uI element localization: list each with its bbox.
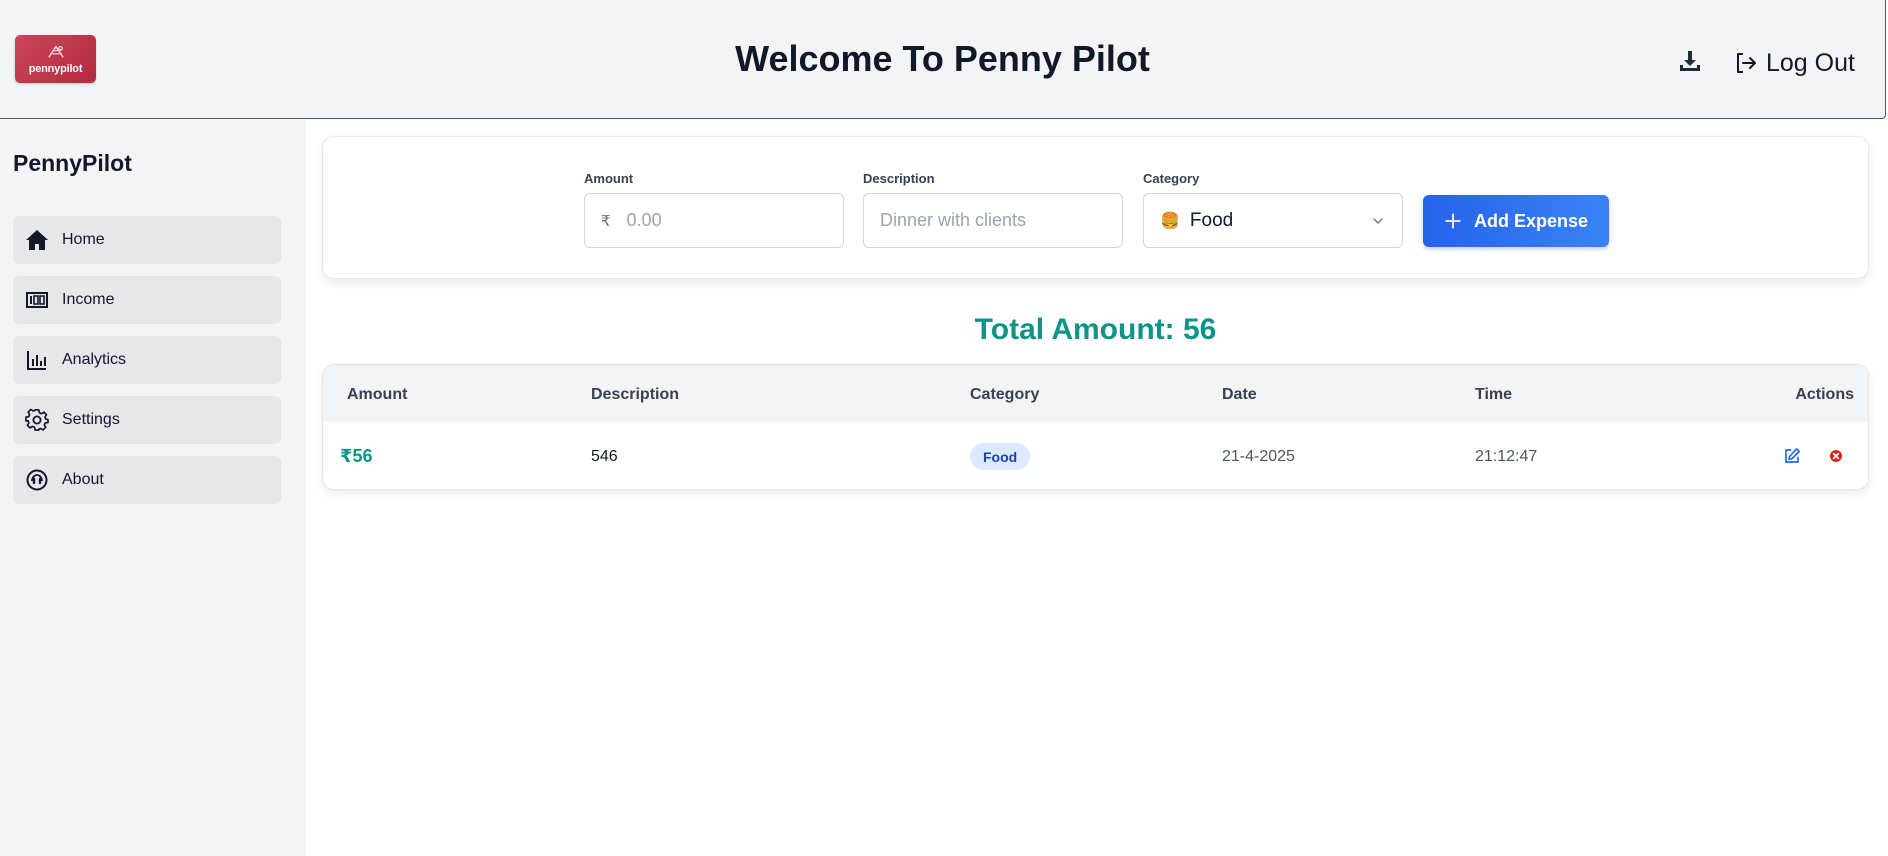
add-expense-label: Add Expense — [1473, 210, 1589, 231]
amount-input-wrapper[interactable]: ₹ — [584, 193, 844, 248]
sidebar-item-label: Analytics — [62, 351, 127, 368]
download-icon — [1680, 51, 1700, 71]
row-time: 21:12:47 — [1475, 448, 1538, 465]
expenses-table: Amount Description Category Date Time Ac… — [322, 364, 1869, 490]
description-label: Description — [863, 171, 935, 186]
income-icon — [26, 292, 48, 308]
edit-button[interactable] — [1783, 447, 1801, 465]
close-circle-icon — [1830, 450, 1842, 462]
description-field: Description — [863, 171, 1123, 248]
header-date: Date — [1222, 386, 1257, 403]
logout-label: Log Out — [1766, 48, 1855, 77]
sidebar-item-label: Home — [62, 231, 105, 248]
amount-input[interactable] — [626, 210, 827, 231]
header-category: Category — [970, 386, 1040, 403]
sidebar-item-label: About — [62, 471, 104, 488]
sidebar-item-label: Income — [62, 291, 115, 308]
header-time: Time — [1475, 386, 1513, 403]
category-select[interactable]: 🍔 Food — [1143, 193, 1403, 248]
edit-icon — [1785, 448, 1800, 463]
sidebar-item-income[interactable]: Income — [13, 276, 281, 324]
description-input[interactable] — [880, 210, 1106, 231]
page-title: Welcome To Penny Pilot — [735, 38, 1150, 79]
plus-icon — [1445, 213, 1461, 229]
logout-button[interactable]: Log Out — [1734, 48, 1855, 78]
add-expense-button[interactable]: Add Expense — [1423, 195, 1609, 247]
row-amount: ₹56 — [340, 446, 373, 466]
table-row: ₹56 546 Food 21-4-2025 21:12:47 — [323, 422, 1868, 489]
row-date: 21-4-2025 — [1222, 448, 1295, 465]
category-selected: 🍔 Food — [1160, 210, 1233, 232]
header-amount: Amount — [347, 386, 408, 403]
sidebar-brand: PennyPilot — [13, 150, 132, 176]
sidebar-item-settings[interactable]: Settings — [13, 396, 281, 444]
sidebar-item-about[interactable]: About — [13, 456, 281, 504]
expense-form-card: Amount ₹ Description Category 🍔 Food Add… — [322, 136, 1869, 279]
top-header: pennypilot Welcome To Penny Pilot Log Ou… — [0, 0, 1886, 119]
category-field: Category 🍔 Food — [1143, 171, 1403, 248]
row-description: 546 — [591, 448, 618, 465]
home-icon — [26, 230, 48, 250]
chevron-down-icon — [1373, 217, 1383, 224]
sidebar-nav: Home Income Analytics Settings About — [13, 216, 281, 516]
currency-symbol: ₹ — [601, 212, 611, 230]
sidebar-item-label: Settings — [62, 411, 120, 428]
amount-field: Amount ₹ — [584, 171, 844, 248]
header-description: Description — [591, 386, 680, 403]
amount-label: Amount — [584, 171, 634, 186]
logout-icon — [1737, 53, 1756, 73]
category-label: Category — [1143, 171, 1200, 186]
table-header: Amount Description Category Date Time Ac… — [323, 365, 1868, 422]
sidebar-item-home[interactable]: Home — [13, 216, 281, 264]
gear-icon — [25, 408, 49, 431]
delete-button[interactable] — [1827, 447, 1845, 465]
sidebar: PennyPilot Home Income Analytics Setting… — [0, 120, 305, 856]
sidebar-item-analytics[interactable]: Analytics — [13, 336, 281, 384]
analytics-icon — [27, 351, 46, 370]
description-input-wrapper[interactable] — [863, 193, 1123, 248]
category-badge: Food — [970, 443, 1031, 470]
burger-icon: 🍔 — [1160, 212, 1180, 230]
header-actions: Actions — [1795, 386, 1854, 403]
category-selected-label: Food — [1189, 209, 1234, 231]
about-icon — [26, 469, 48, 491]
download-button[interactable] — [1678, 49, 1702, 73]
total-amount: Total Amount: 56 — [974, 313, 1217, 346]
